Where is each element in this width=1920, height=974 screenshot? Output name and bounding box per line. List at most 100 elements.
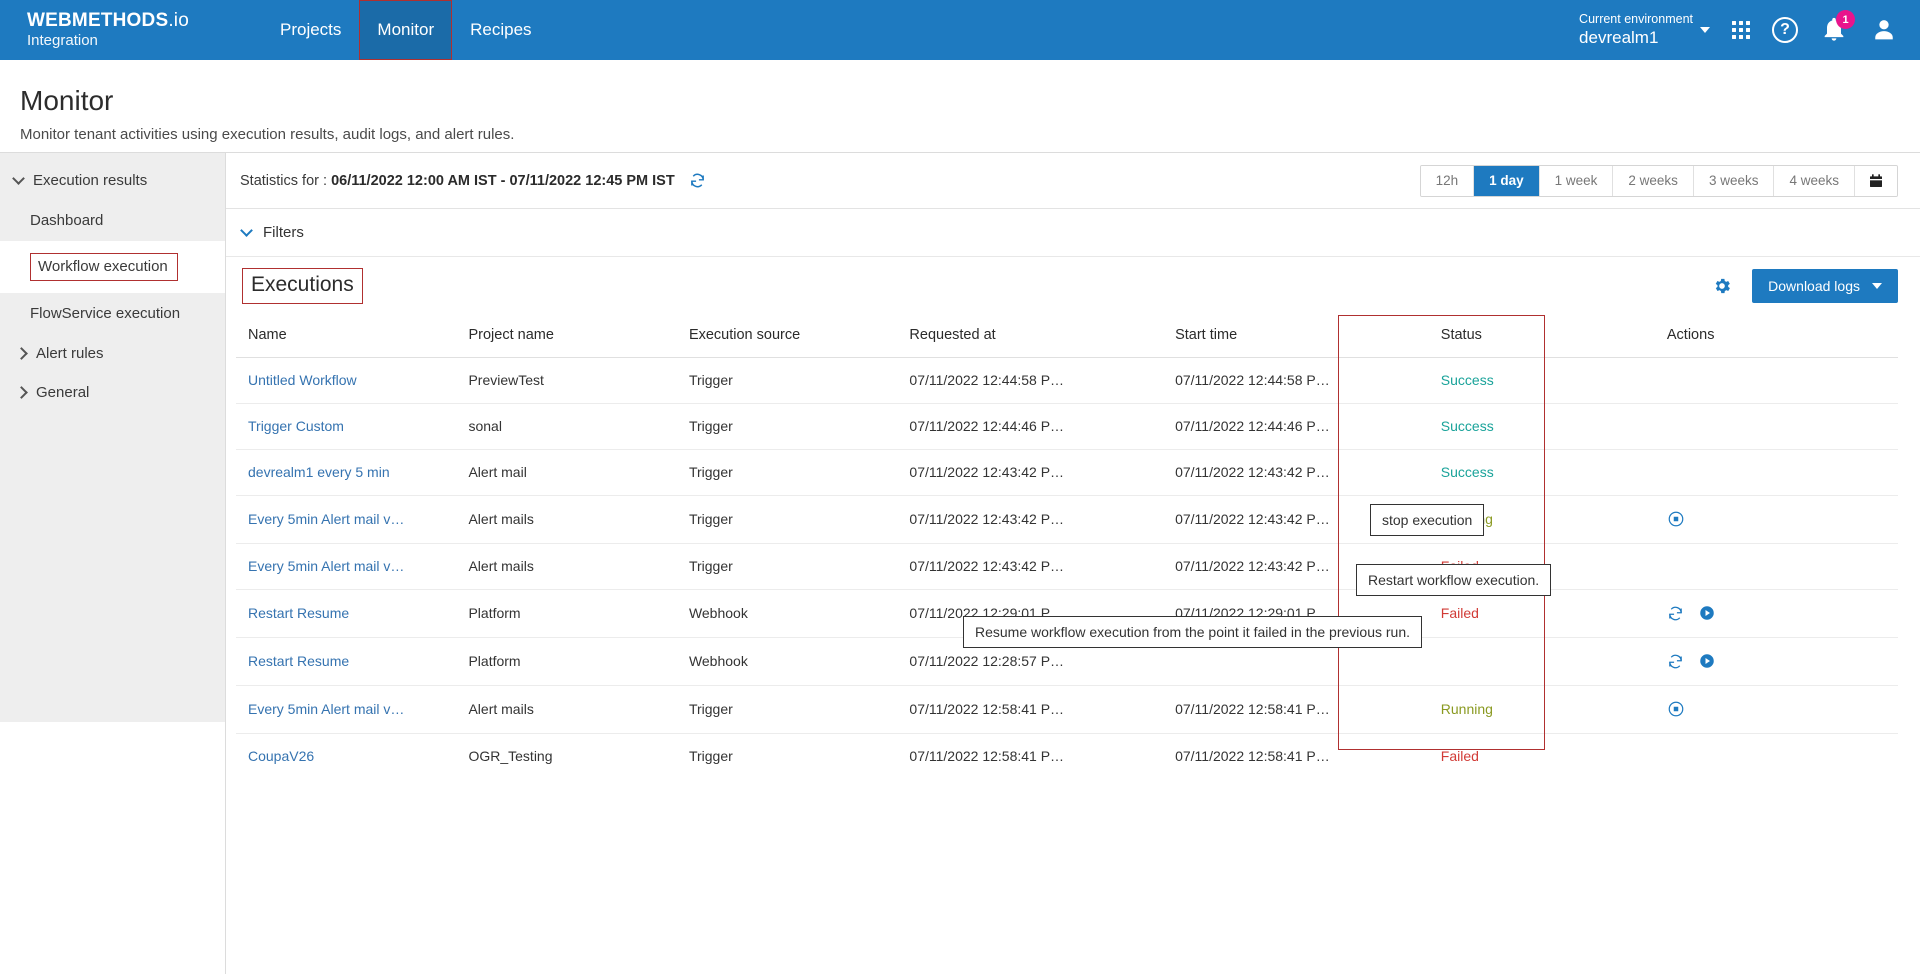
filters-label: Filters (263, 224, 304, 241)
column-header-start-time[interactable]: Start time (1163, 315, 1429, 358)
sidebar-item-workflow-execution[interactable]: Workflow execution (0, 241, 225, 293)
cell-name: Untitled Workflow (236, 357, 457, 404)
restart-execution-icon[interactable] (1667, 605, 1684, 622)
sidebar-group-label: General (36, 384, 90, 401)
execution-name-link[interactable]: Trigger Custom (248, 418, 344, 434)
cell-requested-at: 07/11/2022 12:43:42 P… (897, 449, 1164, 496)
cell-name: Every 5min Alert mail v… (236, 495, 457, 544)
tooltip-restart-execution: Restart workflow execution. (1356, 564, 1552, 596)
executions-table: Name Project name Execution source Reque… (236, 315, 1898, 779)
column-header-status[interactable]: Status (1428, 315, 1655, 358)
resume-execution-icon[interactable] (1698, 604, 1716, 622)
cell-requested-at: 07/11/2022 12:58:41 P… (909, 748, 1065, 764)
cell-project-name: Alert mails (456, 495, 677, 544)
table-row: Untitled Workflow PreviewTest Trigger 07/11… (236, 357, 1898, 404)
filters-toggle[interactable]: Filters (226, 209, 1920, 257)
cell-execution-source: Webhook (676, 589, 898, 638)
cell-execution-source: Trigger (676, 403, 898, 450)
sidebar-item-dashboard[interactable]: Dashboard (0, 200, 225, 241)
resume-execution-icon[interactable] (1698, 652, 1716, 670)
table-row: Every 5min Alert mail v… Alert mails Trigg… (236, 685, 1898, 734)
cell-execution-source: Trigger (676, 357, 898, 404)
download-logs-button[interactable]: Download logs (1752, 269, 1898, 303)
executions-title: Executions (242, 268, 363, 304)
cell-project-name: Platform (456, 589, 677, 638)
execution-name-link[interactable]: Every 5min Alert mail v… (248, 558, 404, 574)
nav-item-recipes[interactable]: Recipes (452, 0, 549, 60)
execution-name-link[interactable]: Every 5min Alert mail v… (248, 511, 404, 527)
environment-value: devrealm1 (1579, 27, 1659, 47)
sidebar-group-alert-rules[interactable]: Alert rules (0, 334, 225, 373)
cell-execution-source: Trigger (676, 685, 898, 734)
time-range-selector: 12h 1 day 1 week 2 weeks 3 weeks 4 weeks (1419, 164, 1898, 197)
download-logs-label: Download logs (1768, 278, 1860, 294)
sidebar-item-label: Workflow execution (30, 253, 178, 281)
gear-icon[interactable] (1712, 276, 1732, 296)
cell-name: Every 5min Alert mail v… (236, 685, 457, 734)
cell-actions (1654, 449, 1898, 496)
range-button-2-weeks[interactable]: 2 weeks (1613, 165, 1694, 196)
cell-start-time: 07/11/2022 12:43:42 P… (1163, 449, 1429, 496)
nav-item-monitor[interactable]: Monitor (359, 0, 453, 60)
help-icon[interactable]: ? (1772, 17, 1798, 43)
nav-item-projects[interactable]: Projects (262, 0, 359, 60)
execution-name-link[interactable]: devrealm1 every 5 min (248, 464, 390, 480)
executions-table-wrap: Name Project name Execution source Reque… (226, 315, 1920, 779)
cell-name: devrealm1 every 5 min (236, 449, 457, 496)
top-bar-right-controls: Current environment devrealm1 ? 1 (1579, 0, 1898, 60)
cell-execution-source: Trigger (676, 449, 898, 496)
table-row: Every 5min Alert mail v… Alert mails Trigg… (236, 495, 1898, 544)
sidebar-group-execution-results[interactable]: Execution results (0, 161, 225, 200)
cell-name: Restart Resume (236, 637, 457, 686)
notifications-button[interactable]: 1 (1820, 10, 1855, 45)
range-button-4-weeks[interactable]: 4 weeks (1774, 165, 1855, 196)
table-row: Every 5min Alert mail v… Alert mails Trigg… (236, 543, 1898, 590)
table-row: Trigger Custom sonal Trigger 07/11/2022 12:… (236, 403, 1898, 450)
main-nav: Projects Monitor Recipes (262, 0, 550, 60)
execution-name-link[interactable]: Untitled Workflow (248, 372, 357, 388)
range-button-12h[interactable]: 12h (1420, 165, 1475, 196)
sidebar-item-flowservice-execution[interactable]: FlowService execution (0, 293, 225, 334)
restart-execution-icon[interactable] (1667, 653, 1684, 670)
environment-selector[interactable]: Current environment devrealm1 (1579, 12, 1710, 48)
main-content: Statistics for : 06/11/2022 12:00 AM IST… (225, 152, 1920, 974)
brand-subtitle: Integration (27, 32, 98, 50)
cell-name: Every 5min Alert mail v… (236, 543, 457, 590)
range-button-1-week[interactable]: 1 week (1539, 165, 1614, 196)
cell-requested-at: 07/11/2022 12:43:42 P… (897, 495, 1164, 544)
stop-execution-icon[interactable] (1667, 700, 1685, 718)
apps-grid-icon[interactable] (1732, 21, 1750, 39)
execution-name-link[interactable]: Restart Resume (248, 605, 349, 621)
brand-logo[interactable]: WEBMETHODS.io Integration (27, 10, 237, 49)
cell-project-name: Platform (456, 637, 677, 686)
cell-actions (1654, 637, 1898, 686)
execution-name-link[interactable]: CoupaV26 (248, 748, 314, 764)
column-header-requested-at[interactable]: Requested at (897, 315, 1164, 358)
custom-date-range-button[interactable] (1855, 165, 1897, 196)
brand-suffix: .io (168, 10, 189, 32)
cell-project-name: PreviewTest (456, 357, 677, 404)
sidebar-group-label: Execution results (33, 172, 148, 189)
execution-name-link[interactable]: Every 5min Alert mail v… (248, 701, 404, 717)
page-header: Monitor Monitor tenant activities using … (0, 60, 1920, 152)
column-header-project-name[interactable]: Project name (456, 315, 677, 358)
cell-requested-at: 07/11/2022 12:58:41 P… (897, 685, 1164, 734)
page-title: Monitor (20, 85, 114, 116)
execution-name-link[interactable]: Restart Resume (248, 653, 349, 669)
chevron-right-icon (15, 386, 28, 399)
cell-actions (1655, 734, 1898, 780)
sidebar-group-general[interactable]: General (0, 373, 225, 412)
chevron-right-icon (15, 347, 28, 360)
column-header-name[interactable]: Name (236, 315, 457, 358)
cell-actions (1654, 495, 1898, 544)
column-header-execution-source[interactable]: Execution source (676, 315, 898, 358)
cell-execution-source: Webhook (676, 637, 898, 686)
cell-status: Running (1428, 685, 1655, 734)
user-avatar-icon[interactable] (1870, 16, 1898, 44)
range-button-1-day[interactable]: 1 day (1474, 165, 1540, 196)
refresh-icon[interactable] (689, 172, 706, 189)
cell-execution-source: Trigger (676, 495, 898, 544)
range-button-3-weeks[interactable]: 3 weeks (1693, 165, 1775, 196)
brand-name: WEBMETHODS (27, 10, 169, 32)
stop-execution-icon[interactable] (1667, 510, 1685, 528)
